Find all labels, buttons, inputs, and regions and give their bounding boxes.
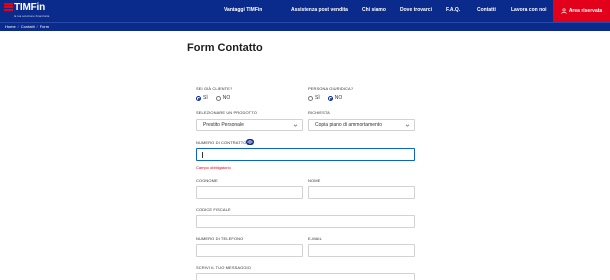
- messaggio-label: SCRIVI IL TUO MESSAGGIO: [196, 265, 251, 270]
- logo-tagline: la tua soluzione finanziaria: [14, 14, 50, 18]
- breadcrumb-contatti[interactable]: Contatti: [21, 24, 35, 29]
- richiesta-label: RICHIESTA: [308, 110, 330, 115]
- nav-assistenza[interactable]: Assistenza post vendita: [291, 7, 348, 13]
- cliente-radio-no-label: NO: [222, 95, 231, 101]
- richiesta-select-value: Copia piano di ammortamento: [315, 122, 382, 128]
- logo-mark-icon: [4, 3, 13, 12]
- breadcrumb-form: Form: [39, 24, 50, 29]
- radio-selected-icon: [327, 95, 333, 101]
- breadcrumb-separator: /: [17, 24, 19, 29]
- breadcrumb: Home / Contatti / Form: [5, 24, 49, 29]
- giuridica-radio-group: SÌ NO: [308, 95, 348, 101]
- codice-fiscale-label: CODICE FISCALE: [196, 207, 231, 212]
- giuridica-radio-no-label: NO: [334, 95, 343, 101]
- giuridica-radio-no[interactable]: NO: [327, 95, 343, 101]
- nav-dove-trovarci[interactable]: Dove trovarci: [400, 7, 432, 13]
- page-title: Form Contatto: [187, 42, 263, 54]
- contratto-error: Campo obbligatorio: [196, 165, 231, 170]
- radio-selected-icon: [196, 95, 201, 101]
- prodotto-select[interactable]: Prestito Personale: [196, 119, 303, 131]
- nav-contatti[interactable]: Contatti: [477, 7, 496, 13]
- timfin-logo[interactable]: TIMFin la tua soluzione finanziaria: [4, 2, 50, 20]
- email-label: E-MAIL: [308, 236, 322, 241]
- giuridica-radio-si[interactable]: SÌ: [308, 95, 320, 101]
- prodotto-select-value: Prestito Personale: [203, 122, 244, 128]
- cliente-radio-si-label: SÌ: [203, 95, 208, 101]
- contratto-input[interactable]: [196, 148, 415, 161]
- cliente-radio-no[interactable]: NO: [215, 95, 231, 101]
- prodotto-label: SELEZIONARE UN PRODOTTO: [196, 110, 257, 115]
- nome-label: NOME: [308, 178, 321, 183]
- cognome-label: COGNOME: [196, 178, 218, 183]
- cliente-label: SEI GIÀ CLIENTE?: [196, 86, 233, 91]
- cognome-input[interactable]: [196, 186, 303, 199]
- chevron-down-icon: [293, 124, 298, 127]
- codice-fiscale-input[interactable]: [196, 215, 415, 228]
- telefono-input[interactable]: [196, 244, 303, 257]
- cliente-radio-si[interactable]: SÌ: [196, 95, 208, 101]
- nav-vantaggi[interactable]: Vantaggi TIMFin: [224, 7, 262, 13]
- eye-icon: [247, 140, 253, 144]
- area-riservata-button[interactable]: Area riservata: [553, 0, 610, 22]
- email-input[interactable]: [308, 244, 415, 257]
- messaggio-textarea[interactable]: [196, 273, 415, 280]
- chevron-down-icon: [405, 124, 410, 127]
- logo-name: TIMFin: [14, 2, 46, 13]
- area-riservata-label: Area riservata: [568, 8, 603, 14]
- richiesta-select[interactable]: Copia piano di ammortamento: [308, 119, 415, 131]
- nome-input[interactable]: [308, 186, 415, 199]
- giuridica-radio-si-label: SÌ: [315, 95, 320, 101]
- breadcrumb-bar: Home / Contatti / Form: [0, 22, 610, 31]
- breadcrumb-separator: /: [36, 24, 38, 29]
- contratto-label: NUMERO DI CONTRATTO: [196, 140, 247, 145]
- top-navigation-bar: TIMFin la tua soluzione finanziaria Vant…: [0, 0, 610, 22]
- nav-faq[interactable]: F.A.Q.: [446, 7, 460, 13]
- cliente-radio-group: SÌ NO: [196, 95, 236, 101]
- nav-chi-siamo[interactable]: Chi siamo: [362, 7, 386, 13]
- user-icon: [561, 8, 567, 14]
- radio-unselected-icon: [215, 95, 221, 101]
- giuridica-label: PERSONA GIURIDICA?: [308, 86, 354, 91]
- telefono-label: NUMERO DI TELEFONO: [196, 236, 244, 241]
- nav-lavora-con-noi[interactable]: Lavora con noi: [511, 7, 547, 13]
- info-icon[interactable]: [246, 139, 254, 145]
- text-cursor: [202, 152, 203, 158]
- radio-unselected-icon: [308, 95, 313, 101]
- breadcrumb-home[interactable]: Home: [5, 24, 16, 29]
